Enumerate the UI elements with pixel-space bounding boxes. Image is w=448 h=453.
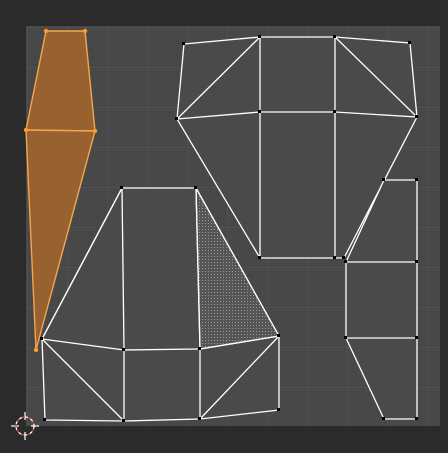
uv-editor-viewport[interactable]	[0, 0, 448, 453]
uv-canvas[interactable]	[0, 0, 448, 453]
